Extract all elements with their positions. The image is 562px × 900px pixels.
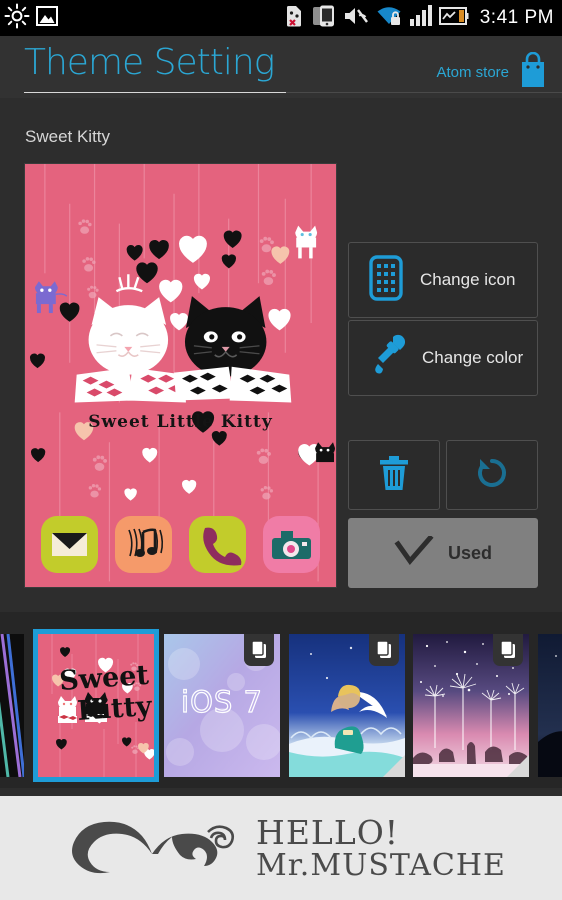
downloaded-pages-badge <box>493 634 523 666</box>
page-curl <box>383 755 405 777</box>
ad-headline: HELLO! <box>256 813 400 852</box>
check-icon <box>394 533 434 571</box>
atom-store-button[interactable]: Atom store <box>436 51 548 93</box>
ad-text: HELLO! Mr.MUSTACHE <box>256 813 506 883</box>
downloaded-pages-badge <box>244 634 274 666</box>
change-color-label: Change color <box>422 348 524 367</box>
camera-app-icon <box>262 516 320 573</box>
preview-caption: Sweet Little Kitty <box>88 412 273 432</box>
theme-thumb-dandelion-night[interactable] <box>413 634 529 777</box>
status-bar-clock: 3:41 PM <box>479 7 554 28</box>
theme-thumb-partial-right[interactable] <box>538 634 562 777</box>
music-app-icon <box>115 516 173 573</box>
downloaded-pages-badge <box>369 634 399 666</box>
change-icon-label: Change icon <box>420 270 516 289</box>
black-cat-small <box>315 442 335 463</box>
change-color-button[interactable]: Change color <box>348 320 538 396</box>
shopping-bag-icon <box>518 51 548 93</box>
status-bar-left-icons <box>4 3 60 34</box>
status-bar-right-icons: 3:41 PM <box>283 4 554 33</box>
no-sim-card-icon <box>283 4 305 33</box>
gallery-picture-icon <box>34 3 60 34</box>
used-button[interactable]: Used <box>348 518 538 588</box>
volume-muted-icon <box>343 5 369 32</box>
status-bar: 3:41 PM <box>0 0 562 36</box>
atom-store-label: Atom store <box>436 64 509 81</box>
used-label: Used <box>447 542 492 563</box>
battery-icon <box>438 6 469 31</box>
connected-device-icon <box>312 4 336 33</box>
svg-text:iOS 7: iOS 7 <box>181 685 263 719</box>
theme-preview[interactable]: Sweet Little Kitty <box>24 163 337 588</box>
ad-banner[interactable]: HELLO! Mr.MUSTACHE <box>0 796 562 900</box>
mustache-icon <box>56 810 246 887</box>
title-underline <box>24 92 286 93</box>
page-title: Theme Setting <box>24 42 275 83</box>
ad-subline: Mr.MUSTACHE <box>256 848 506 883</box>
wifi-secured-icon <box>376 5 403 32</box>
icon-grid-phone-icon <box>369 254 403 306</box>
black-kitty <box>184 296 267 377</box>
selected-theme-name: Sweet Kitty <box>25 127 111 146</box>
theme-thumb-ios7[interactable]: iOS 7 <box>164 634 280 777</box>
theme-thumbnail-strip[interactable]: Sweet Kitty iOS 7 <box>0 612 562 788</box>
theme-thumb-partial-left[interactable] <box>0 634 24 777</box>
preview-dock <box>25 516 336 573</box>
page-curl <box>507 755 529 777</box>
thumb-artwork <box>0 634 24 777</box>
kitty-collars <box>74 366 292 403</box>
thumb-artwork: Sweet Kitty <box>38 634 154 777</box>
phone-app-icon <box>188 516 246 573</box>
restore-theme-button[interactable] <box>446 440 538 510</box>
white-cat-small <box>295 225 318 259</box>
app-screen: 3:41 PM Theme Setting Atom store Sweet K… <box>0 0 562 900</box>
white-kitty <box>88 274 169 375</box>
mail-app-icon <box>41 516 99 573</box>
delete-theme-button[interactable] <box>348 440 440 510</box>
change-icon-button[interactable]: Change icon <box>348 242 538 318</box>
thumb-artwork <box>538 634 562 777</box>
trash-icon <box>377 454 411 497</box>
brightness-sun-icon <box>4 3 30 34</box>
theme-thumb-sweet-kitty[interactable]: Sweet Kitty <box>33 629 159 782</box>
restore-undo-icon <box>474 455 510 496</box>
app-header: Theme Setting Atom store <box>0 36 562 98</box>
eyedropper-icon <box>369 334 406 383</box>
signal-bars-icon <box>409 4 432 32</box>
theme-thumb-little-prince[interactable] <box>289 634 405 777</box>
svg-text:Kitty: Kitty <box>76 691 154 727</box>
